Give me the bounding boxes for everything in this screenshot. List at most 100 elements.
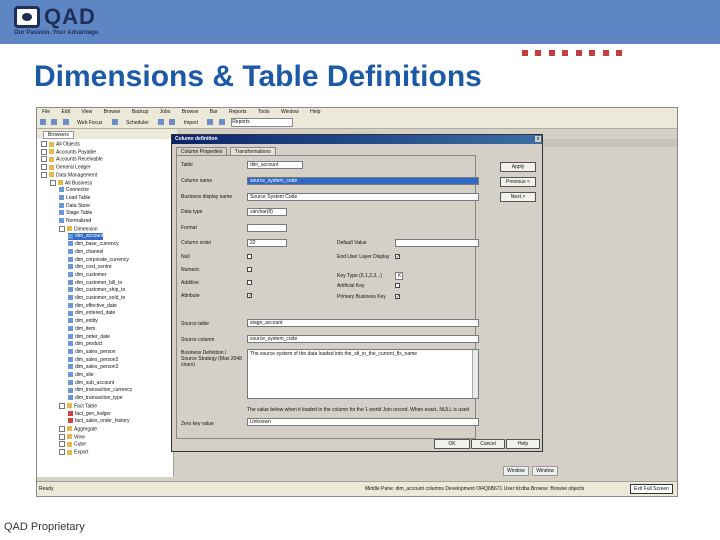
tree-item[interactable]: dim_entered_date (68, 310, 115, 317)
tree-item[interactable]: dim_site (68, 372, 94, 379)
menu-reports[interactable]: Reports (229, 109, 247, 115)
expand-icon[interactable] (59, 433, 65, 440)
menu-edit[interactable]: Edit (61, 109, 70, 115)
pane-tool-icon-6[interactable] (589, 50, 596, 56)
source-column-field[interactable]: source_system_code (247, 335, 479, 343)
menu-view[interactable]: View (81, 109, 92, 115)
tree-item[interactable]: dim_sub_account (68, 380, 114, 387)
tab-browsers[interactable]: Browsers (43, 131, 74, 139)
tree-item[interactable]: All Business (50, 179, 92, 187)
tree-item[interactable]: dim_transaction_currency (68, 387, 132, 394)
tree-item[interactable]: dim_order_date (68, 334, 110, 341)
default-value-field[interactable] (395, 239, 479, 247)
null-checkbox[interactable] (247, 254, 252, 259)
pane-tool-icon-8[interactable] (616, 50, 623, 56)
pane-tool-icon-1[interactable] (522, 50, 528, 56)
primary-business-key-checkbox[interactable]: ✓ (395, 294, 400, 300)
pane-tool-icon-5[interactable] (575, 50, 582, 56)
data-type-field[interactable]: varchar(8) (247, 208, 287, 216)
pane-tool-icon-7[interactable] (602, 50, 609, 56)
web-focus-button[interactable]: Web Focus (74, 119, 105, 127)
tree-item[interactable]: Aggregate (59, 425, 97, 433)
tree-item[interactable]: Cube (59, 441, 86, 448)
menu-file[interactable]: File (42, 109, 50, 115)
tree-item[interactable]: fact_sales_order_history (68, 418, 129, 425)
tree-item[interactable]: dim_customer (68, 272, 106, 279)
grid-icon[interactable] (218, 119, 225, 125)
tree-item[interactable]: dim_corporate_currency (68, 257, 129, 264)
scheduler-button[interactable]: Scheduler (123, 119, 152, 127)
window-button-1[interactable]: Window (503, 466, 529, 476)
tool-icon[interactable] (207, 119, 214, 125)
expand-icon[interactable] (41, 156, 47, 163)
tree-item[interactable]: Accounts Receivable (41, 156, 103, 163)
tree-item[interactable]: dim_customer_sold_to (68, 295, 125, 302)
expand-icon[interactable] (59, 402, 65, 409)
column-name-field[interactable]: source_system_code (247, 177, 479, 185)
tree-item[interactable]: dim_transaction_type (68, 395, 123, 402)
tree-item[interactable]: dim_cost_centre (68, 264, 112, 271)
column-order-field[interactable]: 22 (247, 239, 287, 247)
close-icon[interactable]: x (535, 136, 541, 142)
pane-tool-icon-3[interactable] (548, 50, 555, 56)
zero-key-field[interactable]: Unknown (247, 418, 479, 426)
tree-item[interactable]: Load Table (59, 195, 90, 202)
expand-icon[interactable] (41, 171, 47, 178)
expand-icon[interactable] (41, 164, 47, 171)
numeric-checkbox[interactable] (247, 267, 252, 272)
menu-tools[interactable]: Tools (258, 109, 270, 115)
tree-item[interactable]: dim_sales_person (68, 349, 116, 356)
business-definition-textarea[interactable]: The source system of the data loaded int… (247, 349, 479, 399)
menu-backup[interactable]: Backup (132, 109, 149, 115)
tree-item[interactable]: dim_effective_date (68, 303, 117, 310)
tree-item[interactable]: dim_base_currency (68, 241, 119, 248)
menu-help[interactable]: Help (310, 109, 320, 115)
tree-item[interactable]: View (59, 433, 85, 441)
expand-icon[interactable] (41, 141, 47, 147)
tree-item[interactable]: dim_sales_person3 (68, 364, 118, 371)
table-field[interactable]: dim_account (247, 161, 303, 169)
expand-icon[interactable] (41, 148, 47, 155)
reports-combo[interactable]: Reports (231, 118, 294, 127)
previous-button[interactable]: Previous < (500, 177, 536, 187)
tree-item[interactable]: dim_product (68, 341, 103, 348)
exit-full-screen-button[interactable]: Exit Full Screen (629, 484, 673, 494)
tree-item[interactable]: Stage Table (59, 210, 92, 217)
textarea-scrollbar[interactable] (472, 350, 478, 398)
help-button[interactable]: Help (506, 439, 540, 449)
source-table-field[interactable]: stage_account (247, 319, 479, 327)
menu-bar-item[interactable]: Bar (210, 109, 218, 115)
expand-icon[interactable] (59, 441, 65, 448)
tree-item[interactable]: Fact Table (59, 402, 97, 410)
tree-item[interactable]: All Objects (41, 141, 80, 148)
expand-icon[interactable] (59, 225, 65, 232)
tree-item[interactable]: Dimension (59, 225, 98, 233)
check-icon[interactable] (158, 119, 165, 125)
expand-icon[interactable] (59, 449, 65, 455)
save-icon[interactable] (62, 119, 69, 125)
end-user-layer-checkbox[interactable]: ✓ (395, 254, 400, 260)
tree-item[interactable]: Export (59, 449, 88, 456)
pane-tool-icon-2[interactable] (535, 50, 542, 56)
tree-item[interactable]: dim_entity (68, 318, 98, 325)
tree-item[interactable]: dim_sales_person2 (68, 357, 118, 364)
next-button[interactable]: Next > (500, 192, 536, 202)
cancel-button[interactable]: Cancel (471, 439, 505, 449)
business-display-field[interactable]: Source System Code (247, 193, 479, 201)
tree-item[interactable]: dim_item (68, 326, 95, 333)
open-icon[interactable] (51, 119, 58, 125)
tree-item[interactable]: dim_account (68, 233, 104, 241)
key-type-field[interactable]: K (395, 272, 403, 280)
expand-icon[interactable] (59, 425, 65, 432)
menu-window[interactable]: Window (281, 109, 299, 115)
import-icon[interactable] (169, 119, 176, 125)
menu-browse-2[interactable]: Browse (182, 109, 199, 115)
tree-item[interactable]: Normalized (59, 218, 91, 225)
menu-browse[interactable]: Browse (104, 109, 121, 115)
artificial-key-checkbox[interactable] (395, 283, 400, 288)
tree-item[interactable]: dim_customer_ship_to (68, 287, 125, 294)
tree-item[interactable]: Data Management (41, 171, 97, 179)
tree-item[interactable]: dim_channel (68, 249, 103, 256)
ok-button[interactable]: OK (434, 439, 470, 449)
scheduler-icon[interactable] (111, 119, 118, 125)
